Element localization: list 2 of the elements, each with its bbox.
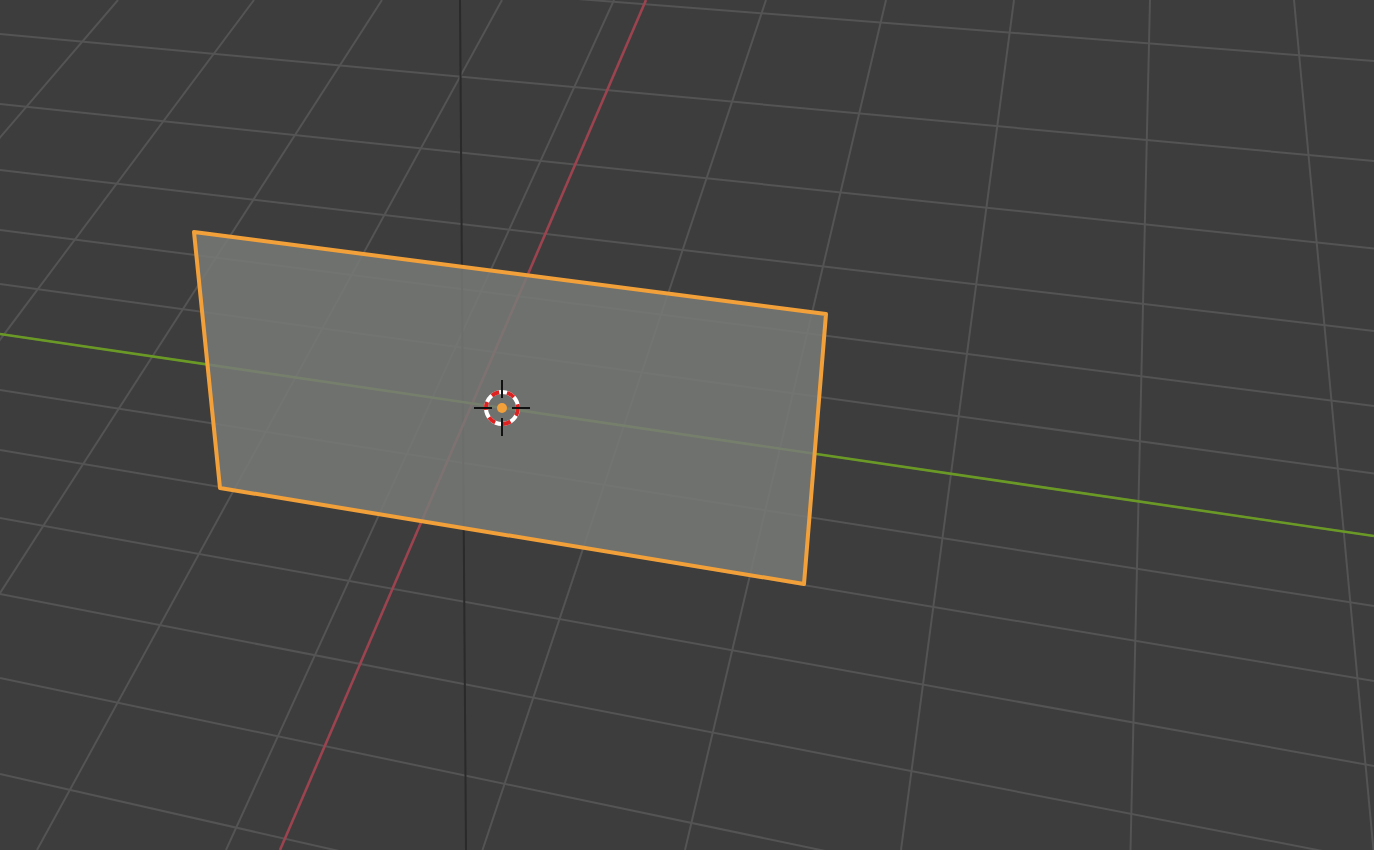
cursor-3d-icon[interactable]: [473, 379, 531, 437]
plane-mesh[interactable]: [192, 230, 828, 586]
